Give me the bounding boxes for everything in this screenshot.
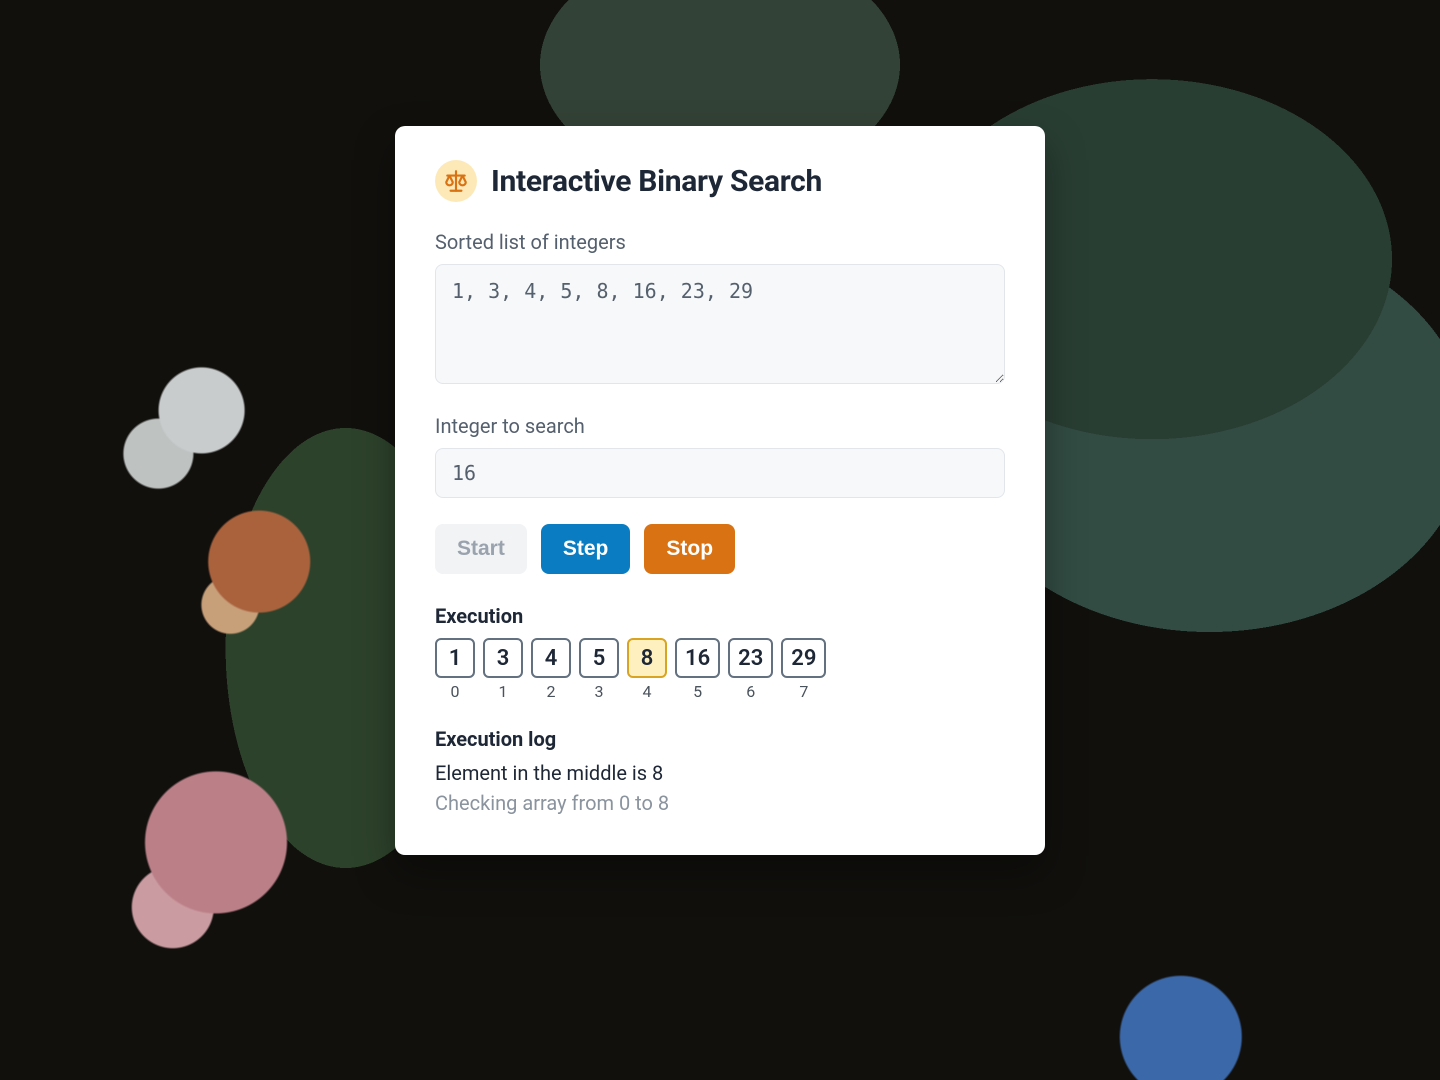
- array-cell-index: 6: [746, 682, 755, 701]
- app-card: Interactive Binary Search Sorted list of…: [395, 126, 1045, 855]
- array-cell: 4: [531, 638, 571, 678]
- array-cell-mid: 8: [627, 638, 667, 678]
- app-title: Interactive Binary Search: [491, 164, 822, 199]
- search-target-input[interactable]: [435, 448, 1005, 498]
- title-row: Interactive Binary Search: [435, 160, 1005, 202]
- sorted-list-input[interactable]: [435, 264, 1005, 384]
- array-cell: 16: [675, 638, 720, 678]
- array-cell-col: 84: [627, 638, 667, 701]
- array-cells-row: 1031425384165236297: [435, 638, 1005, 701]
- array-cell: 29: [781, 638, 826, 678]
- log-line: Element in the middle is 8: [435, 761, 1005, 785]
- array-cell-index: 4: [643, 682, 652, 701]
- array-cell-index: 2: [547, 682, 556, 701]
- array-cell: 23: [728, 638, 773, 678]
- array-cell: 5: [579, 638, 619, 678]
- array-cell-col: 297: [781, 638, 826, 701]
- controls-row: Start Step Stop: [435, 524, 1005, 574]
- array-cell-index: 5: [693, 682, 702, 701]
- array-cell-col: 165: [675, 638, 720, 701]
- array-cell-col: 10: [435, 638, 475, 701]
- array-cell-index: 0: [451, 682, 460, 701]
- array-cell-col: 53: [579, 638, 619, 701]
- list-label: Sorted list of integers: [435, 230, 1005, 254]
- array-cell-col: 42: [531, 638, 571, 701]
- scales-icon: [435, 160, 477, 202]
- array-cell: 3: [483, 638, 523, 678]
- array-cell: 1: [435, 638, 475, 678]
- step-button[interactable]: Step: [541, 524, 631, 574]
- stop-button[interactable]: Stop: [644, 524, 735, 574]
- execution-heading: Execution: [435, 604, 1005, 628]
- array-cell-index: 3: [595, 682, 604, 701]
- search-label: Integer to search: [435, 414, 1005, 438]
- log-line: Checking array from 0 to 8: [435, 791, 1005, 815]
- log-lines: Element in the middle is 8 Checking array…: [435, 761, 1005, 815]
- start-button[interactable]: Start: [435, 524, 527, 574]
- array-cell-index: 7: [799, 682, 808, 701]
- array-cell-col: 31: [483, 638, 523, 701]
- log-heading: Execution log: [435, 727, 1005, 751]
- array-cell-col: 236: [728, 638, 773, 701]
- execution-section: Execution 1031425384165236297: [435, 604, 1005, 701]
- array-cell-index: 1: [499, 682, 508, 701]
- execution-log-section: Execution log Element in the middle is 8…: [435, 727, 1005, 815]
